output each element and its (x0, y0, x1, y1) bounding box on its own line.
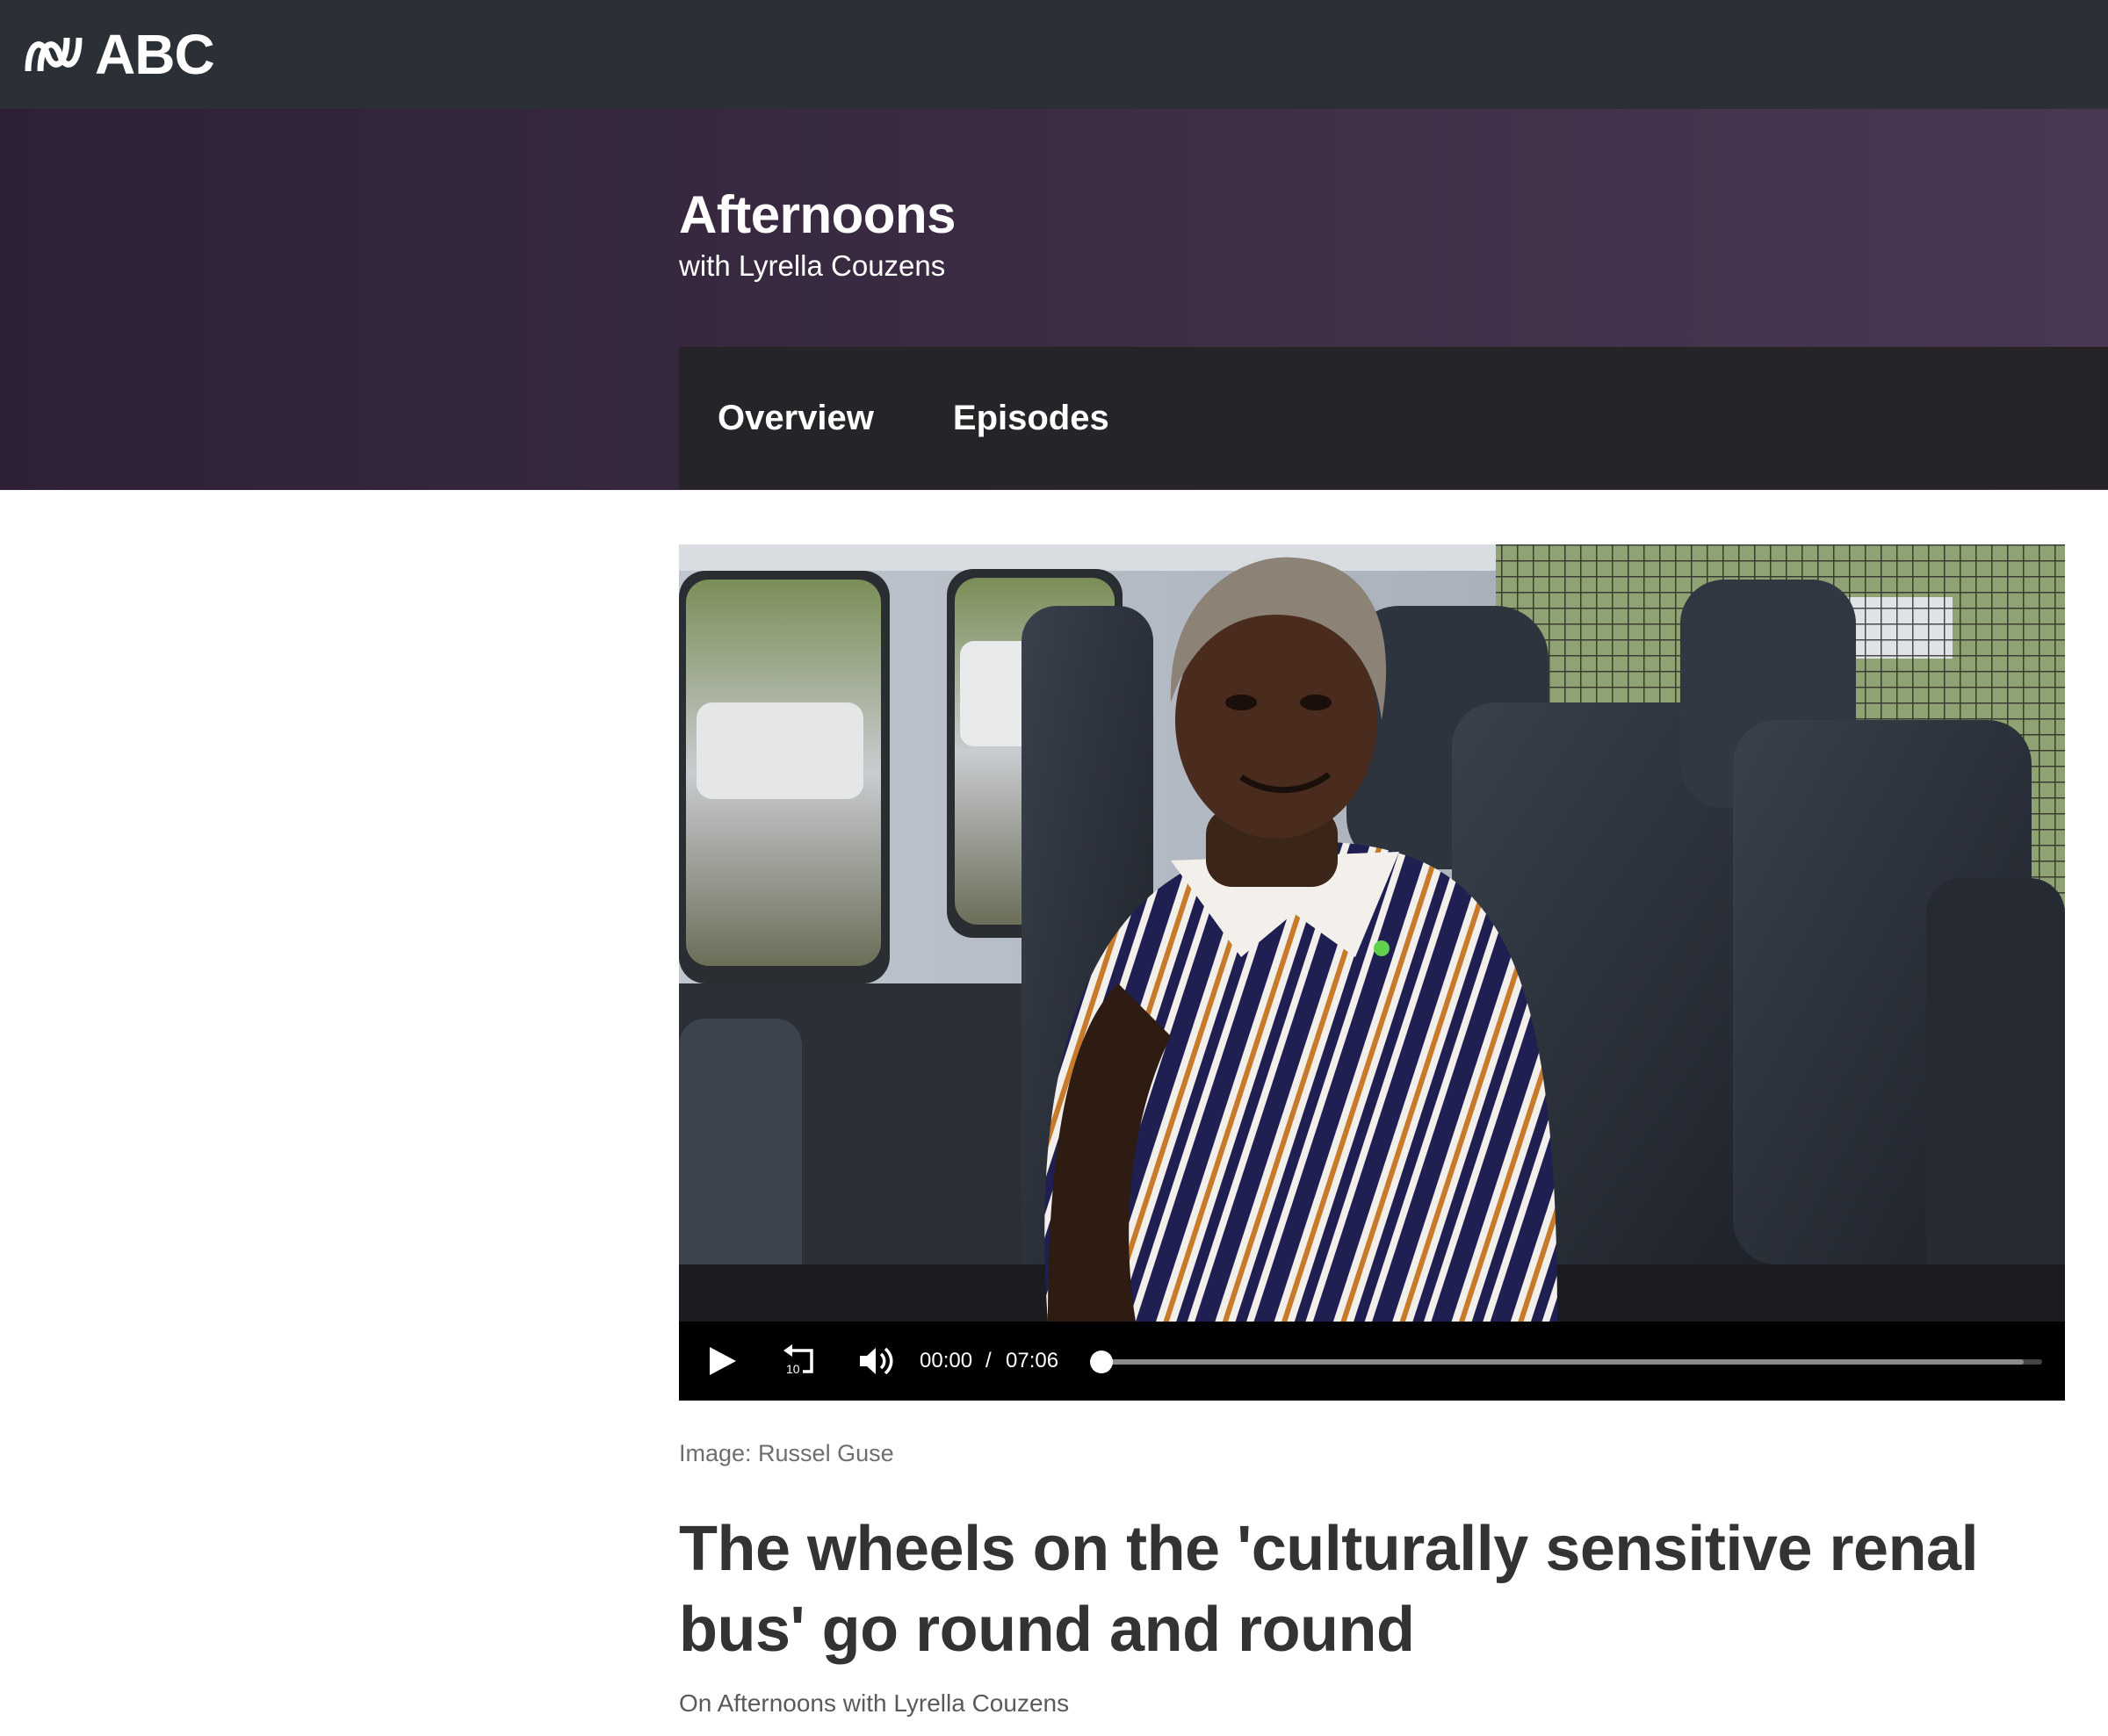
program-tabs: Overview Episodes (679, 347, 2108, 489)
play-icon (710, 1347, 736, 1375)
top-bar: ABC (0, 0, 2108, 109)
current-time: 00:00 (920, 1349, 973, 1372)
progress-scrubber[interactable] (1090, 1351, 1113, 1373)
duration: 07:06 (1006, 1349, 1059, 1372)
article-byline[interactable]: On Afternoons with Lyrella Couzens (679, 1689, 1069, 1718)
abc-home-link[interactable]: ABC (23, 23, 215, 86)
abc-logo-text: ABC (95, 23, 215, 86)
image-credit: Image: Russel Guse (679, 1440, 894, 1466)
progress-buffer (1101, 1359, 2024, 1365)
rewind-seconds-label: 10 (786, 1362, 800, 1376)
tab-episodes[interactable]: Episodes (953, 399, 1109, 438)
program-title: Afternoons (679, 185, 956, 244)
episode-photo-illustration (679, 544, 2065, 1322)
episode-image (679, 544, 2065, 1322)
volume-icon (860, 1347, 893, 1375)
audio-player: 10 00:00 / 07:06 (679, 544, 2065, 1401)
rewind-10-icon: 10 (783, 1344, 813, 1376)
progress-bar[interactable] (1090, 1351, 2042, 1373)
program-subtitle: with Lyrella Couzens (679, 249, 946, 282)
volume-button[interactable] (855, 1339, 899, 1383)
abc-lissajous-logo-icon (25, 37, 83, 72)
article-headline: The wheels on the 'culturally sensitive … (679, 1514, 1979, 1665)
player-controls: 10 00:00 / 07:06 (679, 1322, 2065, 1401)
rewind-10-button[interactable]: 10 (777, 1339, 821, 1383)
tab-overview[interactable]: Overview (718, 399, 874, 438)
time-separator: / (985, 1349, 992, 1372)
play-button[interactable] (702, 1339, 742, 1383)
